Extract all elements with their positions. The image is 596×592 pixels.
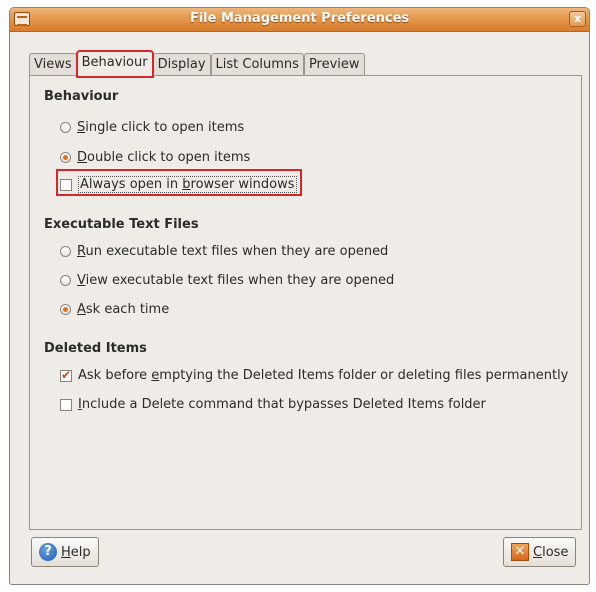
tab-list-columns[interactable]: List Columns [210, 53, 304, 75]
ask-each-time-label: Ask each time [77, 302, 170, 317]
single-click-label: Single click to open items [77, 120, 245, 135]
single-click-option[interactable]: Single click to open items [60, 120, 244, 135]
behaviour-section-title: Behaviour [44, 89, 119, 104]
run-executable-option[interactable]: Run executable text files when they are … [60, 244, 388, 259]
view-executable-radio[interactable] [60, 275, 71, 286]
tab-behaviour[interactable]: Behaviour [75, 50, 154, 78]
ask-before-emptying-label: Ask before emptying the Deleted Items fo… [78, 368, 569, 383]
ask-each-time-option[interactable]: Ask each time [60, 302, 169, 317]
view-executable-label: View executable text files when they are… [77, 273, 395, 288]
always-browser-option[interactable]: Always open in browser windows [60, 176, 297, 193]
close-button-label: Close [533, 544, 569, 560]
include-delete-label: Include a Delete command that bypasses D… [78, 397, 486, 412]
ask-each-time-radio[interactable] [60, 304, 71, 315]
tab-display[interactable]: Display [152, 53, 211, 75]
run-executable-radio[interactable] [60, 246, 71, 257]
ask-before-emptying-checkbox[interactable] [60, 368, 72, 382]
double-click-radio[interactable] [60, 152, 71, 163]
behaviour-panel: Behaviour Single click to open items Dou… [29, 75, 582, 530]
tab-preview[interactable]: Preview [303, 53, 365, 75]
preferences-window: File Management Preferences x Views Beha… [9, 7, 590, 585]
always-browser-label: Always open in browser windows [78, 176, 297, 193]
close-button[interactable]: ✕ Close [503, 537, 577, 567]
tab-bar: Views Behaviour Display List Columns Pre… [29, 50, 365, 78]
help-icon: ? [39, 543, 57, 561]
double-click-option[interactable]: Double click to open items [60, 150, 250, 165]
always-browser-checkbox[interactable] [60, 178, 72, 191]
window-close-button[interactable]: x [569, 11, 586, 27]
window-title: File Management Preferences [189, 11, 410, 26]
deleted-section-title: Deleted Items [44, 341, 147, 356]
include-delete-option[interactable]: Include a Delete command that bypasses D… [60, 397, 486, 412]
view-executable-option[interactable]: View executable text files when they are… [60, 273, 394, 288]
close-icon: ✕ [511, 543, 529, 561]
executable-section-title: Executable Text Files [44, 217, 199, 232]
help-button-label: Help [61, 544, 91, 560]
titlebar[interactable]: File Management Preferences x [10, 8, 589, 32]
include-delete-checkbox[interactable] [60, 398, 72, 411]
tab-views[interactable]: Views [29, 53, 77, 75]
ask-before-emptying-option[interactable]: Ask before emptying the Deleted Items fo… [60, 368, 568, 383]
double-click-label: Double click to open items [77, 150, 251, 165]
help-button[interactable]: ? Help [31, 537, 99, 567]
run-executable-label: Run executable text files when they are … [77, 244, 389, 259]
single-click-radio[interactable] [60, 122, 71, 133]
